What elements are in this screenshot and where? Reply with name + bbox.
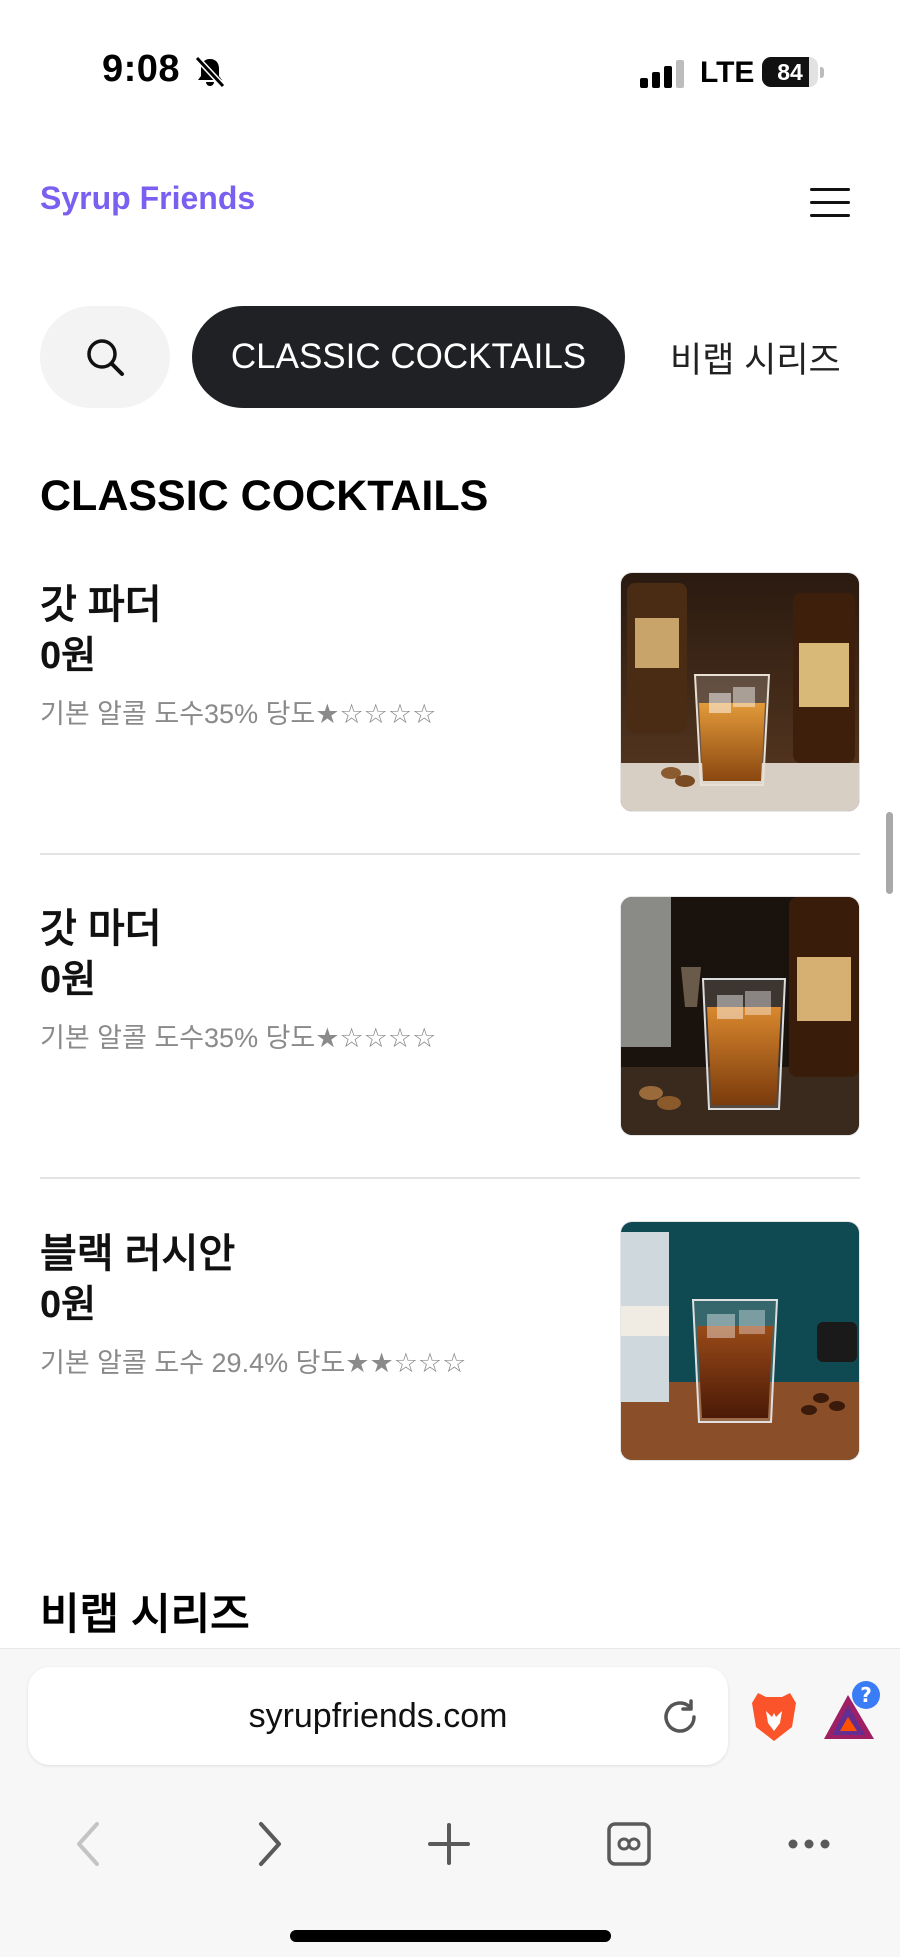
item-price: 0원 <box>40 635 97 677</box>
item-image <box>620 896 860 1136</box>
item-spec: 기본 알콜 도수 29.4% 당도★★☆☆☆ <box>40 1348 467 1378</box>
bat-rewards-button[interactable]: ? <box>818 1679 884 1745</box>
back-button[interactable] <box>54 1809 124 1879</box>
item-image <box>620 1221 860 1461</box>
scroll-indicator[interactable] <box>886 812 893 894</box>
menu-item-black-russian[interactable]: 블랙 러시안 0원 기본 알콜 도수 29.4% 당도★★☆☆☆ <box>40 1221 860 1461</box>
bat-badge: ? <box>860 1683 872 1707</box>
item-spec: 기본 알콜 도수35% 당도★☆☆☆☆ <box>40 699 437 729</box>
reload-icon[interactable] <box>658 1695 702 1739</box>
more-icon <box>788 1839 830 1849</box>
bat-rewards-icon: ? <box>824 1681 880 1739</box>
item-image <box>620 572 860 812</box>
divider <box>40 853 860 855</box>
item-name: 블랙 러시안 <box>40 1232 236 1276</box>
status-bar: 9:08 LTE 84 <box>0 0 900 150</box>
section-title-classic: CLASSIC COCKTAILS <box>40 472 489 520</box>
item-name: 갓 마더 <box>40 907 162 951</box>
new-tab-button[interactable] <box>414 1809 484 1879</box>
tab-classic-cocktails[interactable]: CLASSIC COCKTAILS <box>192 306 625 408</box>
back-icon <box>77 1822 99 1866</box>
site-logo[interactable]: Syrup Friends <box>40 180 255 217</box>
signal-icon <box>640 60 684 88</box>
new-tab-icon <box>428 1823 470 1865</box>
status-time: 9:08 <box>102 48 181 90</box>
more-button[interactable] <box>774 1809 844 1879</box>
item-price: 0원 <box>40 959 97 1001</box>
forward-button[interactable] <box>234 1809 304 1879</box>
tabs-icon <box>607 1822 651 1866</box>
brave-lion-icon[interactable] <box>750 1689 798 1743</box>
item-spec: 기본 알콜 도수35% 당도★☆☆☆☆ <box>40 1023 437 1053</box>
forward-icon <box>259 1822 281 1866</box>
url-field[interactable]: syrupfriends.com <box>28 1667 728 1765</box>
divider <box>40 1177 860 1179</box>
tab-bilab-series[interactable]: 비랩 시리즈 <box>670 306 841 408</box>
item-price: 0원 <box>40 1284 97 1326</box>
item-name: 갓 파더 <box>40 583 162 627</box>
tabs-button[interactable] <box>594 1809 664 1879</box>
search-icon <box>87 339 124 376</box>
search-button[interactable] <box>40 306 170 408</box>
section-title-bilab: 비랩 시리즈 <box>40 1591 250 1639</box>
battery-level: 84 <box>777 59 803 85</box>
battery-indicator: 84 <box>762 57 826 89</box>
menu-item-godmother[interactable]: 갓 마더 0원 기본 알콜 도수35% 당도★☆☆☆☆ <box>40 896 860 1136</box>
home-indicator <box>290 1930 611 1942</box>
url-text: syrupfriends.com <box>248 1697 508 1735</box>
hamburger-menu-button[interactable] <box>806 184 854 222</box>
menu-item-godfather[interactable]: 갓 파더 0원 기본 알콜 도수35% 당도★☆☆☆☆ <box>40 572 860 812</box>
browser-toolbar: syrupfriends.com ? <box>0 1648 900 1957</box>
bell-slash-icon <box>194 55 226 89</box>
network-label: LTE <box>700 56 755 89</box>
